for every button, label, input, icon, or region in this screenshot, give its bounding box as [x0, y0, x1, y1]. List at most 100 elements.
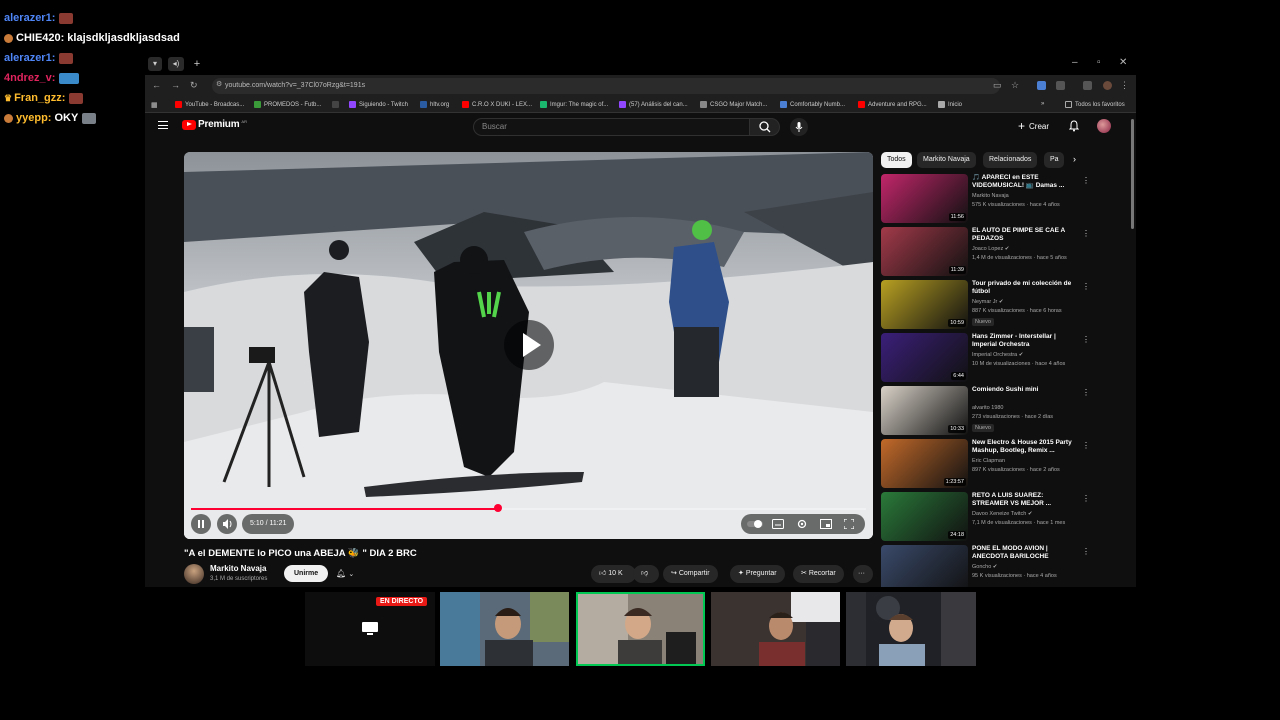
- more-vertical-icon[interactable]: ⋮: [1082, 494, 1090, 503]
- minimize-icon[interactable]: –: [1072, 57, 1078, 68]
- bookmark-item[interactable]: Siguiendo - Twitch: [349, 101, 408, 108]
- all-bookmarks-folder[interactable]: Todos los favoritos: [1065, 101, 1125, 108]
- recommendation-item[interactable]: 11:56 🎵 APARECÍ en ESTE VIDEOMUSICAL! 📺 D…: [881, 174, 1111, 226]
- more-bookmarks-icon[interactable]: »: [1041, 101, 1044, 107]
- chip-related[interactable]: Relacionados: [983, 152, 1038, 168]
- more-vertical-icon[interactable]: ⋮: [1082, 441, 1090, 450]
- volume-button[interactable]: [217, 514, 237, 534]
- channel-name[interactable]: Davoo Xeneize Twitch ✔: [972, 511, 1032, 517]
- video-title[interactable]: Tour privado de mi colección de fútbol: [972, 280, 1077, 296]
- chip-all[interactable]: Todos: [881, 152, 912, 168]
- extension-icon[interactable]: [1037, 81, 1046, 90]
- reload-icon[interactable]: ↻: [190, 80, 198, 91]
- share-button[interactable]: ↪ Compartir: [663, 565, 718, 583]
- recommendation-item[interactable]: 1:23:57 New Electro & House 2015 Party Ma…: [881, 439, 1111, 491]
- pause-button[interactable]: [191, 514, 211, 534]
- ask-button[interactable]: ✦ Preguntar: [730, 565, 785, 583]
- recommendation-item[interactable]: 10:33 Comiendo Sushi mini alvarito 1980 273…: [881, 386, 1111, 438]
- channel-name[interactable]: Goncho ✔: [972, 564, 997, 570]
- bookmark-item[interactable]: Inicio: [938, 101, 962, 108]
- more-vertical-icon[interactable]: ⋮: [1082, 335, 1090, 344]
- bookmark-star-icon[interactable]: ☆: [1011, 80, 1019, 91]
- voice-search-button[interactable]: [790, 118, 808, 136]
- bookmark-item[interactable]: Imgur: The magic of...: [540, 101, 608, 108]
- bookmark-item[interactable]: C.R.O X DUKI - LEX...: [462, 101, 532, 108]
- bookmark-item[interactable]: CSGO Major Match...: [700, 101, 767, 108]
- channel-name[interactable]: Markito Navaja: [972, 193, 1009, 199]
- notifications-bell-icon[interactable]: [1069, 120, 1079, 132]
- bookmark-item[interactable]: PROMEDOS - Futb...: [254, 101, 321, 108]
- search-button[interactable]: [750, 118, 780, 136]
- channel-name[interactable]: Neymar Jr ✔: [972, 299, 1004, 305]
- menu-icon[interactable]: [158, 121, 168, 129]
- video-thumbnail[interactable]: 6:44: [881, 333, 968, 382]
- video-title[interactable]: 🎵 APARECÍ en ESTE VIDEOMUSICAL! 📺 Damas …: [972, 174, 1077, 190]
- channel-avatar[interactable]: [184, 564, 204, 584]
- fullscreen-icon[interactable]: [844, 519, 854, 529]
- account-avatar[interactable]: [1097, 119, 1111, 133]
- recommendation-item[interactable]: 24:18 RETO A LUIS SUAREZ: STREAMER VS MEJ…: [881, 492, 1111, 544]
- bookmark-item[interactable]: Comfortably Numb...: [780, 101, 845, 108]
- page-scrollbar[interactable]: [1130, 113, 1135, 587]
- bookmark-item[interactable]: (57) Análisis del can...: [619, 101, 688, 108]
- more-vertical-icon[interactable]: ⋮: [1082, 176, 1090, 185]
- like-button[interactable]: 👍︎ 10 K: [591, 565, 636, 583]
- bookmark-item[interactable]: Adventure and RPG...: [858, 101, 927, 108]
- video-thumbnail[interactable]: 11:56: [881, 174, 968, 223]
- maximize-icon[interactable]: ▫: [1097, 57, 1101, 68]
- menu-dots-icon[interactable]: ⋮: [1120, 80, 1129, 91]
- url-field[interactable]: youtube.com/watch?v=_37Cl07oRzg&t=191s: [212, 78, 1000, 94]
- recommendation-item[interactable]: PONE EL MODO AVION | ANECDOTA BARILOCHE G…: [881, 545, 1111, 587]
- install-icon[interactable]: ▭: [993, 80, 1002, 91]
- close-icon[interactable]: ✕: [1119, 57, 1127, 68]
- chip-channel[interactable]: Markito Navaja: [917, 152, 976, 168]
- miniplayer-icon[interactable]: [820, 519, 832, 529]
- progress-bar[interactable]: [191, 504, 866, 512]
- bookmark-item[interactable]: [332, 101, 342, 108]
- dislike-button[interactable]: 👎︎: [633, 565, 659, 583]
- video-title[interactable]: Comiendo Sushi mini: [972, 386, 1077, 394]
- recommendation-item[interactable]: 11:39 EL AUTO DE PIMPE SE CAE A PEDAZOS Jo…: [881, 227, 1111, 279]
- video-thumbnail[interactable]: 24:18: [881, 492, 968, 541]
- subtitles-icon[interactable]: [772, 519, 784, 529]
- more-vertical-icon[interactable]: ⋮: [1082, 229, 1090, 238]
- extensions-puzzle-icon[interactable]: [1056, 81, 1065, 90]
- media-control-icon[interactable]: [1083, 81, 1092, 90]
- video-title[interactable]: RETO A LUIS SUAREZ: STREAMER VS MEJOR ..…: [972, 492, 1077, 508]
- video-title[interactable]: Hans Zimmer - Interstellar | Imperial Or…: [972, 333, 1077, 349]
- create-button[interactable]: + Crear: [1018, 119, 1049, 133]
- channel-name[interactable]: Imperial Orchestra ✔: [972, 352, 1023, 358]
- video-title[interactable]: New Electro & House 2015 Party Mashup, B…: [972, 439, 1077, 455]
- video-thumbnail[interactable]: 10:33: [881, 386, 968, 435]
- scrollbar-thumb[interactable]: [1131, 119, 1134, 229]
- chevron-right-icon[interactable]: ›: [1073, 154, 1076, 164]
- settings-gear-icon[interactable]: [796, 518, 808, 530]
- site-info-icon[interactable]: ⚙: [216, 80, 222, 88]
- search-input[interactable]: Buscar: [473, 118, 750, 136]
- notifications-dropdown[interactable]: 🔔︎ ⌄: [328, 565, 364, 582]
- channel-name[interactable]: Markito Navaja: [210, 564, 266, 573]
- apps-grid-icon[interactable]: ▦: [151, 101, 158, 109]
- channel-name[interactable]: Joaco Lopez ✔: [972, 246, 1009, 252]
- recommendation-item[interactable]: 10:59 Tour privado de mi colección de fút…: [881, 280, 1111, 332]
- join-button[interactable]: Unirme: [284, 565, 329, 582]
- back-icon[interactable]: ←: [152, 80, 161, 90]
- new-tab-button[interactable]: +: [190, 57, 204, 71]
- autoplay-toggle[interactable]: [747, 519, 763, 529]
- audio-tab-icon[interactable]: ◂): [168, 57, 184, 71]
- channel-name[interactable]: Eric Clapman: [972, 458, 1005, 464]
- video-thumbnail[interactable]: 1:23:57: [881, 439, 968, 488]
- play-overlay-button[interactable]: [504, 320, 554, 370]
- chip-more[interactable]: Pa: [1044, 152, 1064, 168]
- profile-icon[interactable]: [1103, 81, 1112, 90]
- clip-button[interactable]: ✂ Recortar: [793, 565, 844, 583]
- video-thumbnail[interactable]: 11:39: [881, 227, 968, 276]
- channel-name[interactable]: alvarito 1980: [972, 405, 1004, 411]
- more-vertical-icon[interactable]: ⋮: [1082, 547, 1090, 556]
- video-title[interactable]: PONE EL MODO AVION | ANECDOTA BARILOCHE: [972, 545, 1077, 561]
- bookmark-item[interactable]: hltv.org: [420, 101, 449, 108]
- bookmark-item[interactable]: YouTube - Broadcas...: [175, 101, 244, 108]
- forward-icon[interactable]: →: [171, 80, 180, 90]
- video-thumbnail[interactable]: [881, 545, 968, 587]
- more-actions-button[interactable]: ···: [853, 565, 873, 583]
